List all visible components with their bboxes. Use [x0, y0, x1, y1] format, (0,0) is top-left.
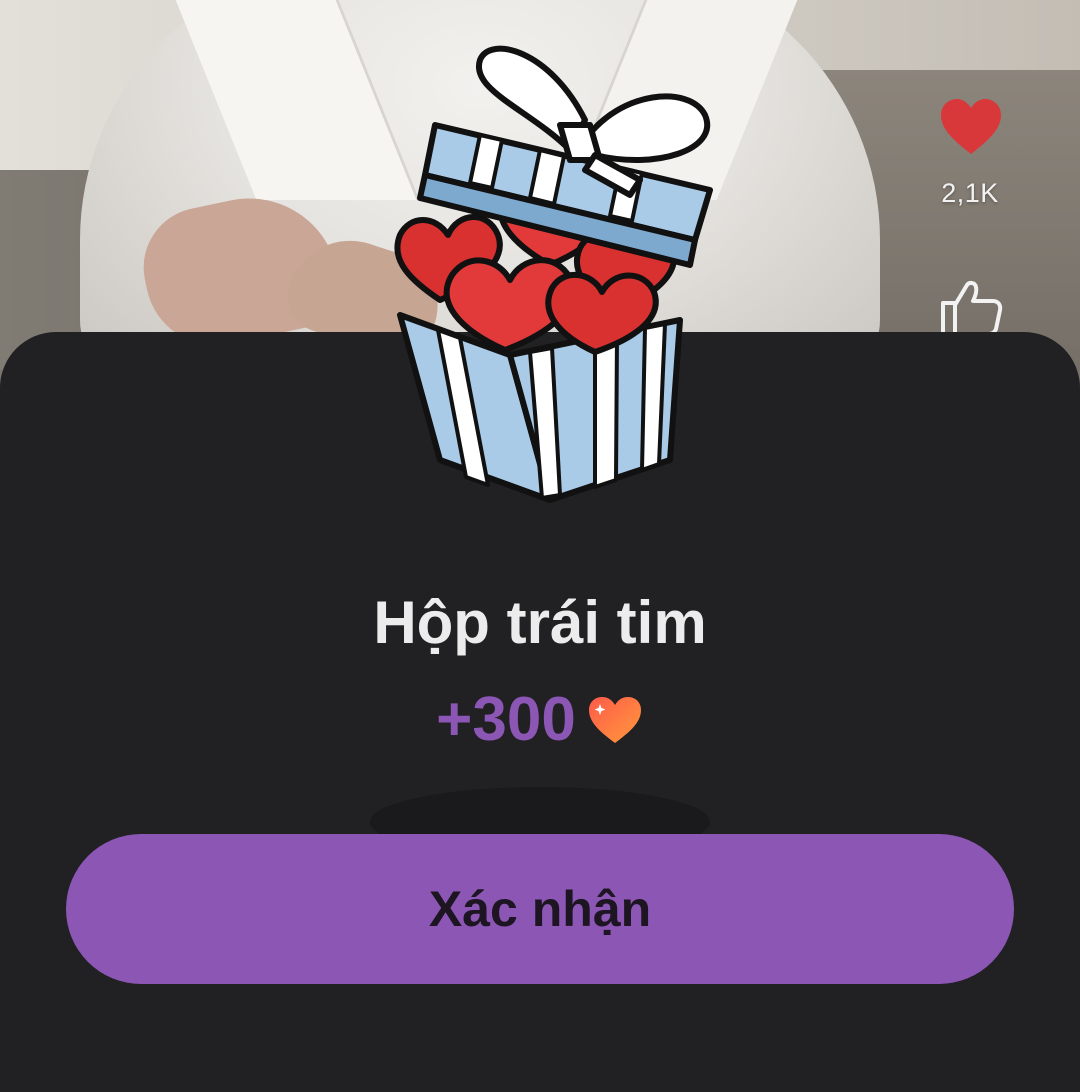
- like-count: 2,1K: [941, 178, 999, 208]
- gift-box-hearts-icon: [394, 45, 713, 503]
- thumb-up-button[interactable]: [934, 276, 1008, 340]
- like-button[interactable]: [934, 92, 1008, 162]
- confirm-button[interactable]: Xác nhận: [66, 834, 1014, 984]
- reward-row: +300: [0, 684, 1080, 755]
- reward-amount: +300: [436, 685, 576, 754]
- reward-title: Hộp trái tim: [373, 589, 707, 656]
- thumb-up-icon: [941, 280, 1003, 336]
- heart-icon: [588, 696, 641, 743]
- heart-icon: [941, 99, 1001, 154]
